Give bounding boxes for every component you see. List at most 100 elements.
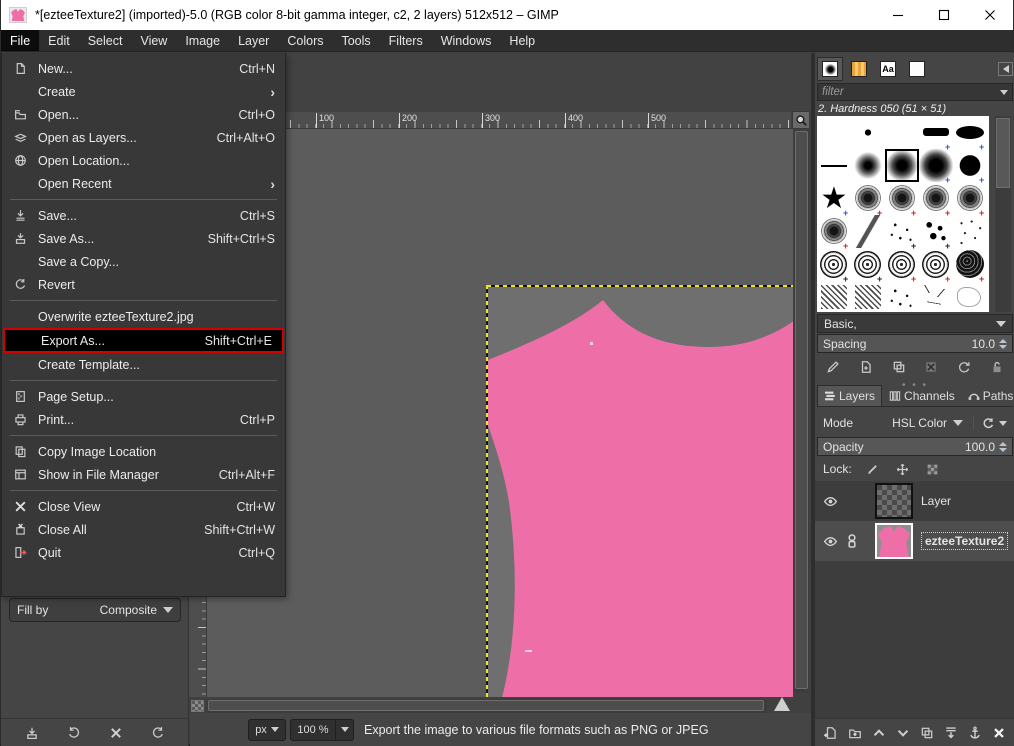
new-layer-group-button[interactable]: [846, 724, 864, 742]
brush-cell-none[interactable]: [885, 116, 919, 149]
zoom-follow-window-button[interactable]: [792, 111, 810, 129]
menu-item-save-as[interactable]: Save As...Shift+Ctrl+S: [2, 227, 285, 250]
menu-item-close-all[interactable]: Close AllShift+Ctrl+W: [2, 518, 285, 541]
new-layer-button[interactable]: [822, 724, 840, 742]
menu-colors[interactable]: Colors: [278, 30, 332, 51]
menu-item-save-a-copy[interactable]: Save a Copy...: [2, 250, 285, 273]
zoom-level-input[interactable]: 100 %: [290, 719, 336, 741]
brush-cell-tex[interactable]: [817, 281, 851, 312]
spacing-spinner[interactable]: [999, 339, 1007, 349]
menu-item-open[interactable]: Open...Ctrl+O: [2, 103, 285, 126]
menu-help[interactable]: Help: [500, 30, 544, 51]
menu-item-save[interactable]: Save...Ctrl+S: [2, 204, 285, 227]
image-area[interactable]: [487, 286, 793, 697]
duplicate-brush-button[interactable]: [890, 358, 908, 376]
dock-menu-button[interactable]: [998, 62, 1013, 76]
tab-paths[interactable]: Paths: [962, 385, 1014, 406]
menu-image[interactable]: Image: [176, 30, 229, 51]
brush-cell-none[interactable]: [817, 116, 851, 149]
menu-windows[interactable]: Windows: [432, 30, 501, 51]
brush-cell-dot[interactable]: [851, 116, 885, 149]
layer-link-toggle[interactable]: [845, 534, 867, 548]
menu-item-open-as-layers[interactable]: Open as Layers...Ctrl+Alt+O: [2, 126, 285, 149]
menu-item-quit[interactable]: QuitCtrl+Q: [2, 541, 285, 564]
brush-filter-input[interactable]: [822, 86, 1000, 98]
lower-layer-button[interactable]: [894, 724, 912, 742]
vertical-scrollbar-thumb[interactable]: [795, 131, 808, 689]
fill-by-dropdown[interactable]: Fill by Composite: [9, 598, 181, 622]
menu-item-revert[interactable]: Revert: [2, 273, 285, 296]
menu-item-open-recent[interactable]: Open Recent›: [2, 172, 285, 195]
brush-cell-sketch[interactable]: [953, 281, 987, 312]
menu-item-close-view[interactable]: Close ViewCtrl+W: [2, 495, 285, 518]
mode-dropdown[interactable]: HSL Color: [892, 416, 963, 430]
merge-down-button[interactable]: [942, 724, 960, 742]
layer-row-layer[interactable]: Layer: [815, 481, 1014, 521]
horizontal-scrollbar-thumb[interactable]: [208, 700, 764, 711]
menu-item-show-in-file-manager[interactable]: Show in File ManagerCtrl+Alt+F: [2, 463, 285, 486]
delete-layer-button[interactable]: [990, 724, 1008, 742]
menu-filters[interactable]: Filters: [380, 30, 432, 51]
brush-cell-tex[interactable]: [851, 281, 885, 312]
duplicate-layer-button[interactable]: [918, 724, 936, 742]
delete-presets-button[interactable]: [107, 724, 125, 742]
layer-visibility-toggle[interactable]: [823, 534, 845, 549]
brush-cell-specks[interactable]: [885, 281, 919, 312]
brush-cell-soft-s[interactable]: [851, 149, 885, 182]
brushes-tab[interactable]: [817, 57, 843, 81]
lock-alpha-toggle[interactable]: [924, 460, 942, 478]
navigation-preview-button[interactable]: [771, 694, 793, 714]
quick-mask-toggle[interactable]: [191, 700, 204, 712]
vertical-scrollbar[interactable]: [794, 130, 809, 692]
layer-thumbnail[interactable]: [875, 523, 913, 559]
horizontal-ruler[interactable]: 100200300400500: [207, 112, 791, 129]
document-history-tab[interactable]: [904, 57, 930, 81]
canvas-viewport[interactable]: [207, 129, 793, 697]
reset-presets-button[interactable]: [149, 724, 167, 742]
lock-position-toggle[interactable]: [894, 460, 912, 478]
maximize-button[interactable]: [921, 0, 967, 30]
save-presets-button[interactable]: [23, 724, 41, 742]
menu-view[interactable]: View: [131, 30, 176, 51]
brush-grid[interactable]: ★+++++++++++++++++: [817, 116, 989, 312]
brush-grid-scrollbar[interactable]: [995, 116, 1011, 312]
horizontal-scrollbar[interactable]: [207, 699, 767, 713]
menu-edit[interactable]: Edit: [39, 30, 79, 51]
menu-item-page-setup[interactable]: Page Setup...: [2, 385, 285, 408]
menu-item-overwrite-ezteetexture2-jpg[interactable]: Overwrite ezteeTexture2.jpg: [2, 305, 285, 328]
brush-scrollbar-thumb[interactable]: [996, 118, 1010, 188]
restore-presets-button[interactable]: [65, 724, 83, 742]
refresh-brushes-button[interactable]: [955, 358, 973, 376]
layer-name[interactable]: ezteeTexture2: [921, 532, 1008, 550]
patterns-tab[interactable]: [846, 57, 872, 81]
fonts-tab[interactable]: Aa: [875, 57, 901, 81]
brush-cell-soft-m[interactable]: [885, 149, 919, 182]
opacity-slider[interactable]: Opacity 100.0: [817, 437, 1013, 456]
layer-thumbnail[interactable]: [875, 483, 913, 519]
tab-channels[interactable]: Channels: [883, 385, 961, 406]
unit-dropdown[interactable]: px: [248, 719, 286, 741]
brush-cell-slash[interactable]: [851, 215, 885, 248]
menu-item-create-template[interactable]: Create Template...: [2, 353, 285, 376]
brush-cell-line[interactable]: [817, 149, 851, 182]
minimize-button[interactable]: [875, 0, 921, 30]
mode-switch-group[interactable]: [973, 417, 1007, 430]
brush-cell-sticks[interactable]: [919, 281, 953, 312]
lock-pixels-toggle[interactable]: [864, 460, 882, 478]
menu-item-open-location[interactable]: Open Location...: [2, 149, 285, 172]
menu-item-create[interactable]: Create›: [2, 80, 285, 103]
edit-brush-button[interactable]: [824, 358, 842, 376]
menu-item-new[interactable]: New...Ctrl+N: [2, 57, 285, 80]
menu-select[interactable]: Select: [79, 30, 132, 51]
tab-layers[interactable]: Layers: [817, 385, 882, 406]
new-brush-button[interactable]: [857, 358, 875, 376]
menu-tools[interactable]: Tools: [332, 30, 379, 51]
menu-item-copy-image-location[interactable]: Copy Image Location: [2, 440, 285, 463]
spacing-slider[interactable]: Spacing 10.0: [817, 334, 1013, 353]
menu-layer[interactable]: Layer: [229, 30, 278, 51]
delete-brush-button[interactable]: [922, 358, 940, 376]
layer-visibility-toggle[interactable]: [823, 494, 845, 509]
anchor-layer-button[interactable]: [966, 724, 984, 742]
menu-item-export-as[interactable]: Export As...Shift+Ctrl+E: [3, 328, 284, 353]
brush-cell-sparse[interactable]: [953, 215, 987, 248]
